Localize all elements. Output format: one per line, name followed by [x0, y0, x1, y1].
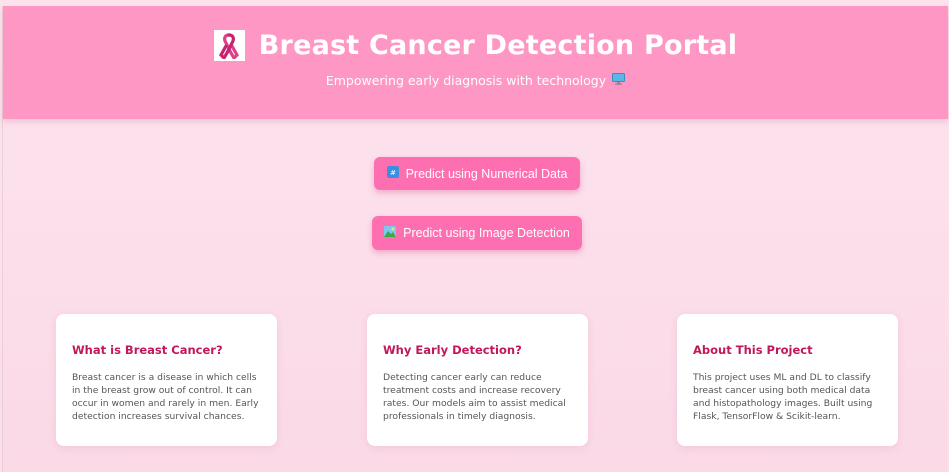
predict-numerical-label: Predict using Numerical Data	[405, 166, 568, 181]
page-title: Breast Cancer Detection Portal	[258, 30, 738, 61]
picture-icon	[384, 226, 397, 240]
subtitle-text: Empowering early diagnosis with technolo…	[325, 73, 607, 88]
numbers-icon: #	[386, 166, 399, 181]
info-card-why-early: Why Early Detection? Detecting cancer ea…	[367, 314, 588, 446]
page-frame: Breast Cancer Detection Portal Empowerin…	[2, 6, 948, 472]
card-title: What is Breast Cancer?	[72, 343, 223, 357]
predict-image-label: Predict using Image Detection	[403, 226, 570, 240]
info-card-about: About This Project This project uses ML …	[677, 314, 898, 446]
header-banner: Breast Cancer Detection Portal Empowerin…	[3, 6, 948, 119]
card-title: About This Project	[693, 343, 813, 357]
card-body: This project uses ML and DL to classify …	[693, 372, 873, 422]
predict-numerical-button[interactable]: # Predict using Numerical Data	[374, 157, 580, 190]
page-subtitle: Empowering early diagnosis with technolo…	[3, 73, 948, 88]
info-card-what-is: What is Breast Cancer? Breast cancer is …	[56, 314, 277, 446]
card-body: Breast cancer is a disease in which cell…	[72, 372, 259, 422]
pink-ribbon-icon	[213, 30, 245, 61]
card-body: Detecting cancer early can reduce treatm…	[383, 372, 566, 422]
title-row: Breast Cancer Detection Portal	[3, 30, 948, 61]
computer-monitor-icon	[612, 73, 626, 88]
svg-text:#: #	[390, 169, 396, 177]
card-title: Why Early Detection?	[383, 343, 522, 357]
predict-image-button[interactable]: Predict using Image Detection	[372, 216, 582, 250]
